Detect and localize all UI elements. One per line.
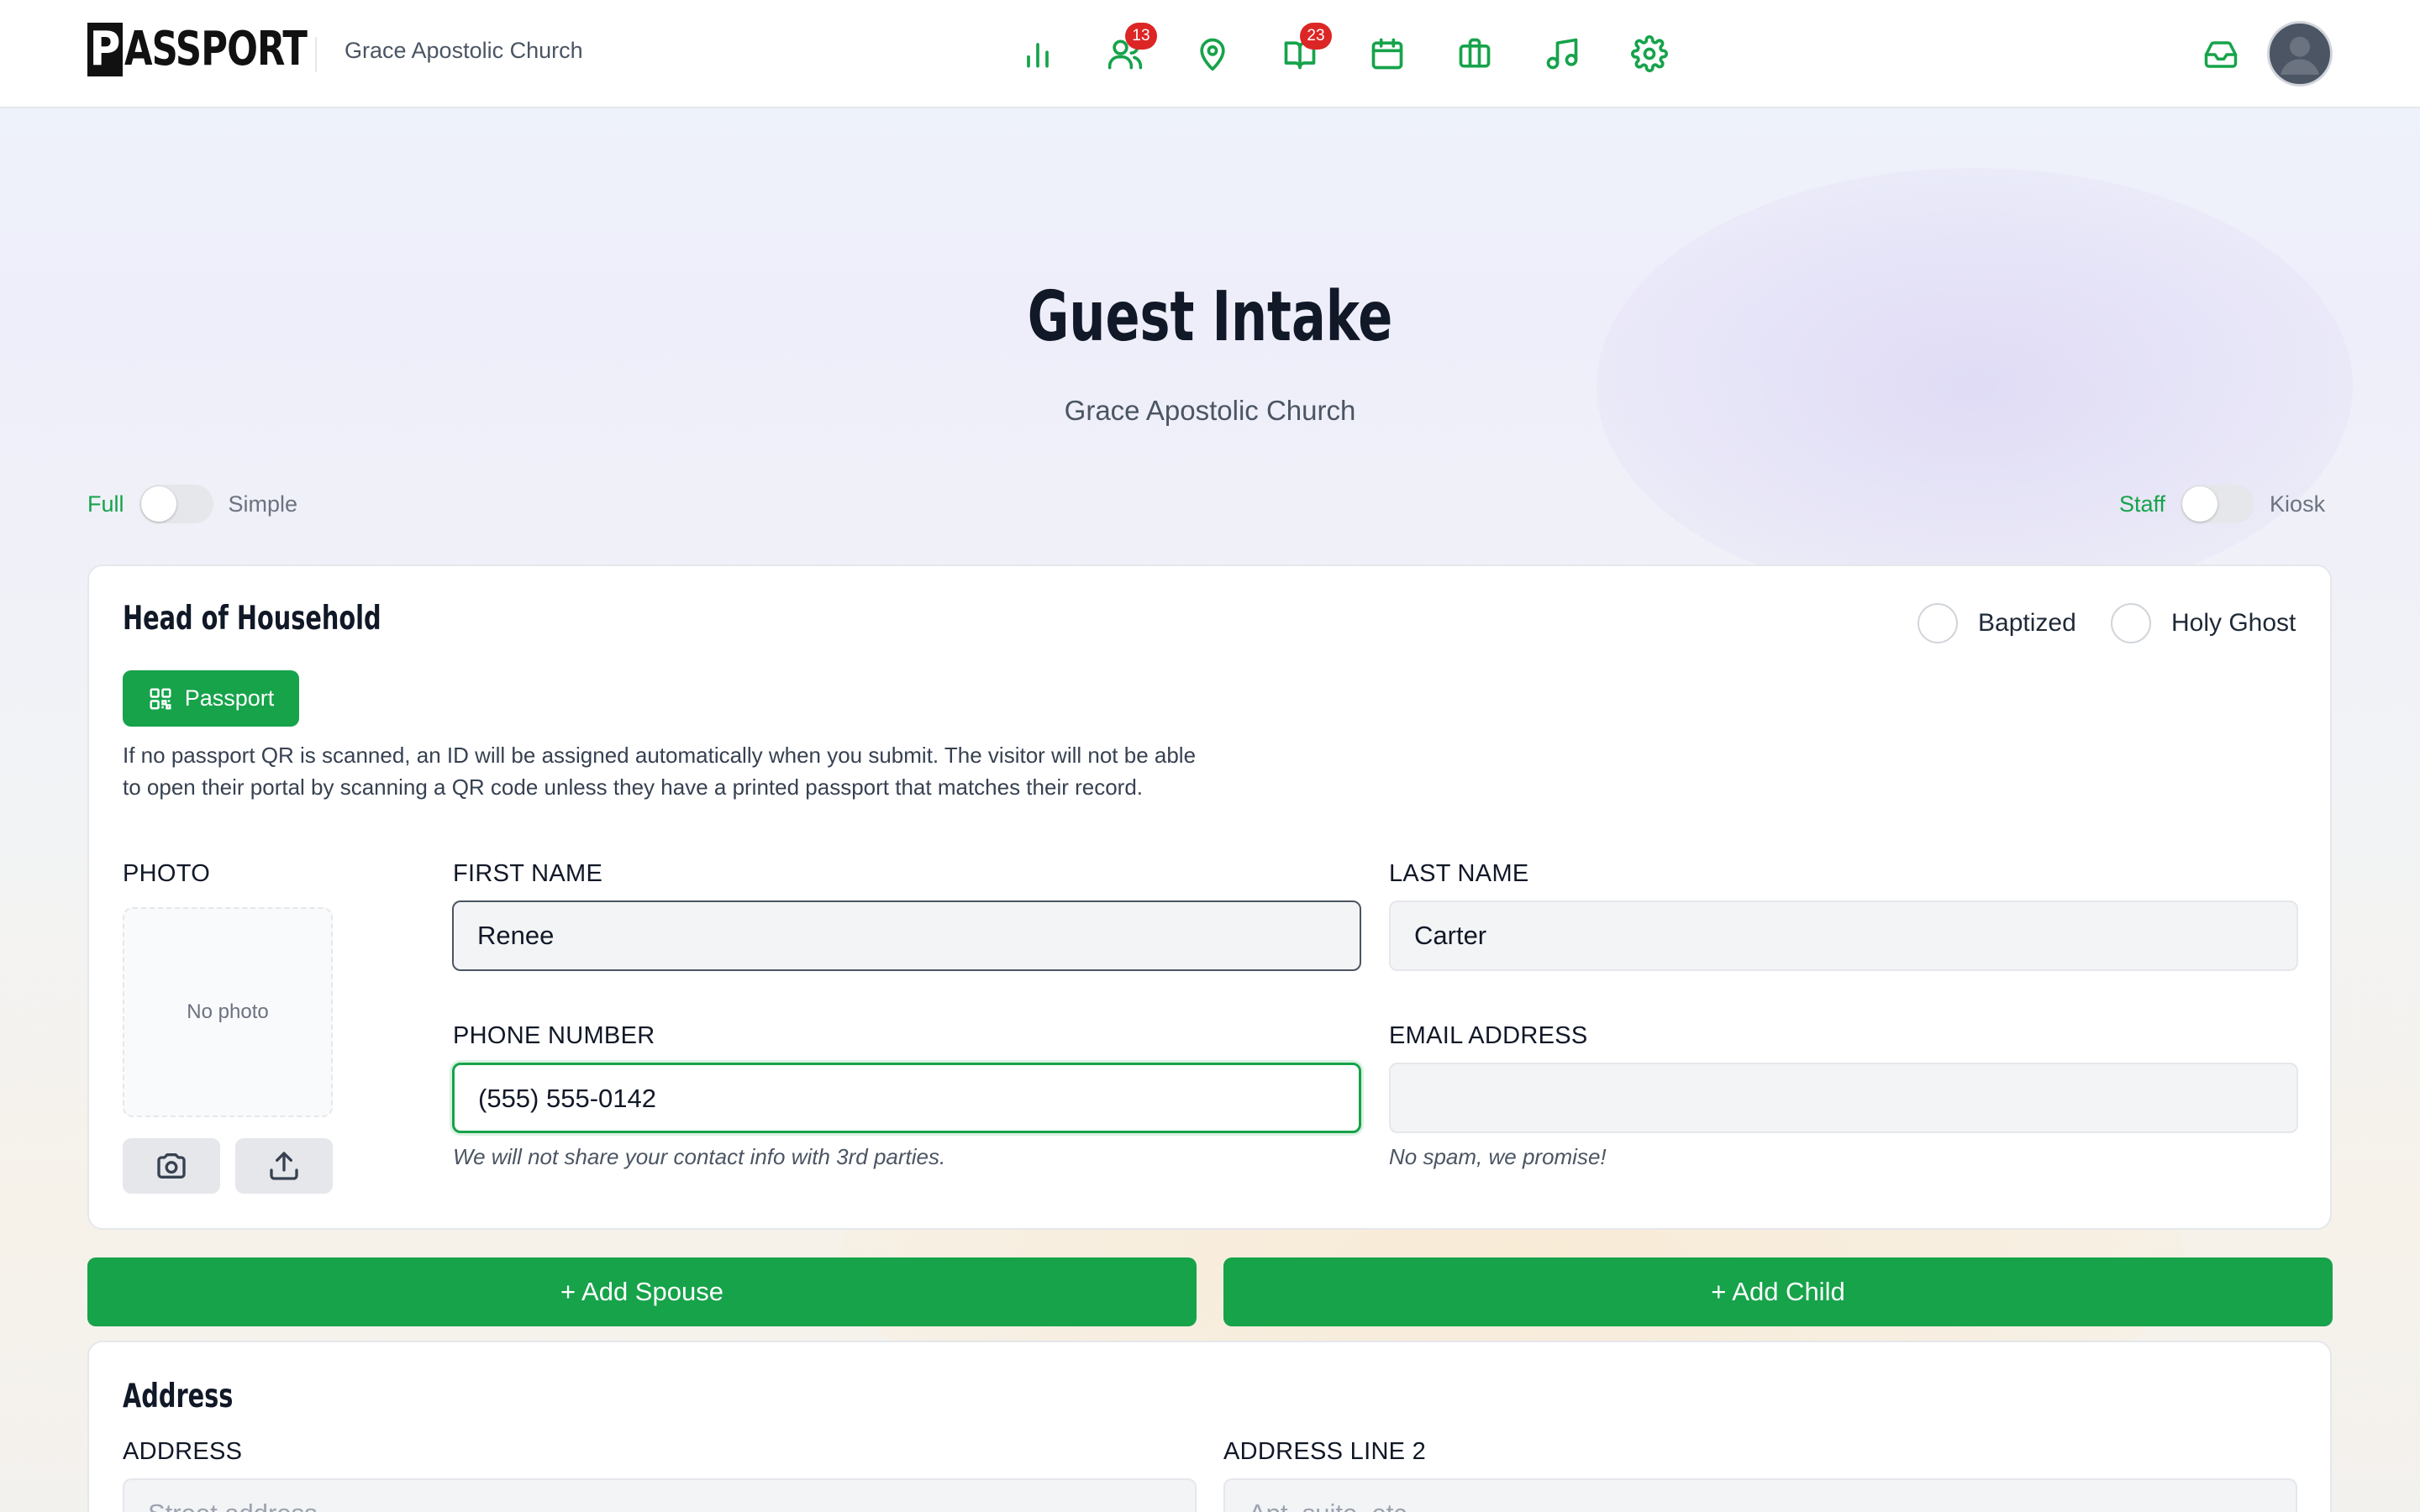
inbox-button[interactable] (2200, 34, 2242, 76)
checkbox-circle (2111, 603, 2151, 643)
address-title: Address (123, 1378, 234, 1415)
logo-wordmark: ASSPORT (124, 22, 308, 76)
role-kiosk-label: Kiosk (2270, 491, 2326, 517)
qr-code-icon (150, 688, 171, 709)
address-placeholder: Street address (148, 1499, 318, 1512)
add-spouse-button[interactable]: + Add Spouse (87, 1257, 1197, 1326)
last-name-input[interactable]: Carter (1389, 900, 2298, 971)
photo-placeholder: No photo (123, 907, 333, 1117)
role-switch[interactable] (2181, 485, 2255, 523)
header-divider (315, 37, 317, 72)
passport-scan-button[interactable]: Passport (123, 670, 299, 727)
photo-label: PHOTO (123, 860, 211, 887)
take-photo-button[interactable] (123, 1138, 220, 1194)
music-icon (1546, 38, 1578, 70)
upload-icon (270, 1152, 298, 1180)
top-navigation-bar: P ASSPORT Grace Apostolic Church 13 23 (0, 0, 2420, 108)
camera-icon (157, 1153, 186, 1179)
first-name-input[interactable]: Renee (452, 900, 1361, 971)
address-label: ADDRESS (123, 1438, 243, 1465)
mode-switch[interactable] (139, 485, 213, 523)
nav-people[interactable]: 13 (1081, 23, 1169, 82)
nav-calendar[interactable] (1344, 25, 1431, 82)
switch-knob (2182, 486, 2218, 522)
calendar-icon (1371, 38, 1403, 70)
first-name-label: FIRST NAME (453, 860, 603, 887)
main-nav: 13 23 (994, 23, 1693, 82)
mode-simple-label: Simple (228, 491, 298, 517)
nav-ministries[interactable] (1431, 25, 1518, 82)
form-mode-toggle: Full Simple (87, 485, 297, 523)
gear-icon (1631, 35, 1668, 72)
address-line2-placeholder: Apt, suite, etc. (1249, 1499, 1413, 1512)
switch-knob (140, 486, 176, 522)
logo-initial: P (87, 23, 123, 76)
nav-settings[interactable] (1606, 25, 1693, 82)
household-title: Head of Household (123, 600, 381, 638)
email-input[interactable] (1389, 1063, 2298, 1133)
phone-hint: We will not share your contact info with… (453, 1144, 946, 1169)
baptized-label: Baptized (1978, 609, 2076, 637)
last-name-label: LAST NAME (1389, 860, 1529, 887)
nav-music[interactable] (1518, 25, 1606, 82)
page-title: Guest Intake (1027, 277, 1393, 357)
address-line1-input[interactable]: Street address (123, 1478, 1197, 1512)
map-pin-icon (1200, 38, 1225, 71)
role-staff-label: Staff (2119, 491, 2166, 517)
background-glow (1597, 168, 2353, 605)
holy-ghost-label: Holy Ghost (2171, 609, 2296, 637)
bar-chart-icon (1027, 43, 1049, 68)
passport-logo[interactable]: P ASSPORT (87, 22, 336, 77)
holy-ghost-checkbox[interactable]: Holy Ghost (2111, 603, 2296, 643)
passport-button-label: Passport (184, 685, 275, 711)
upload-photo-button[interactable] (235, 1138, 333, 1194)
nav-reports[interactable] (994, 25, 1081, 82)
address-line2-input[interactable]: Apt, suite, etc. (1223, 1478, 2297, 1512)
user-avatar-icon (2280, 36, 2320, 75)
guests-badge: 23 (1300, 23, 1332, 50)
email-hint: No spam, we promise! (1389, 1144, 1607, 1169)
organization-name: Grace Apostolic Church (345, 38, 583, 63)
phone-input[interactable]: (555) 555-0142 (452, 1063, 1361, 1133)
passport-note: If no passport QR is scanned, an ID will… (123, 743, 1197, 800)
page-subtitle: Grace Apostolic Church (1064, 395, 1356, 426)
baptized-checkbox[interactable]: Baptized (1918, 603, 2076, 643)
add-child-button[interactable]: + Add Child (1223, 1257, 2333, 1326)
nav-guests[interactable]: 23 (1256, 23, 1344, 82)
role-toggle: Staff Kiosk (2119, 485, 2325, 523)
people-badge: 13 (1125, 23, 1157, 50)
inbox-icon (2204, 41, 2238, 68)
briefcase-icon (1459, 38, 1491, 68)
phone-label: PHONE NUMBER (453, 1022, 655, 1049)
no-photo-text: No photo (187, 1000, 269, 1023)
user-avatar[interactable] (2267, 21, 2333, 87)
mode-full-label: Full (87, 491, 124, 517)
address-line2-label: ADDRESS LINE 2 (1223, 1438, 1427, 1465)
email-label: EMAIL ADDRESS (1389, 1022, 1588, 1049)
nav-locations[interactable] (1169, 25, 1256, 82)
checkbox-circle (1918, 603, 1958, 643)
